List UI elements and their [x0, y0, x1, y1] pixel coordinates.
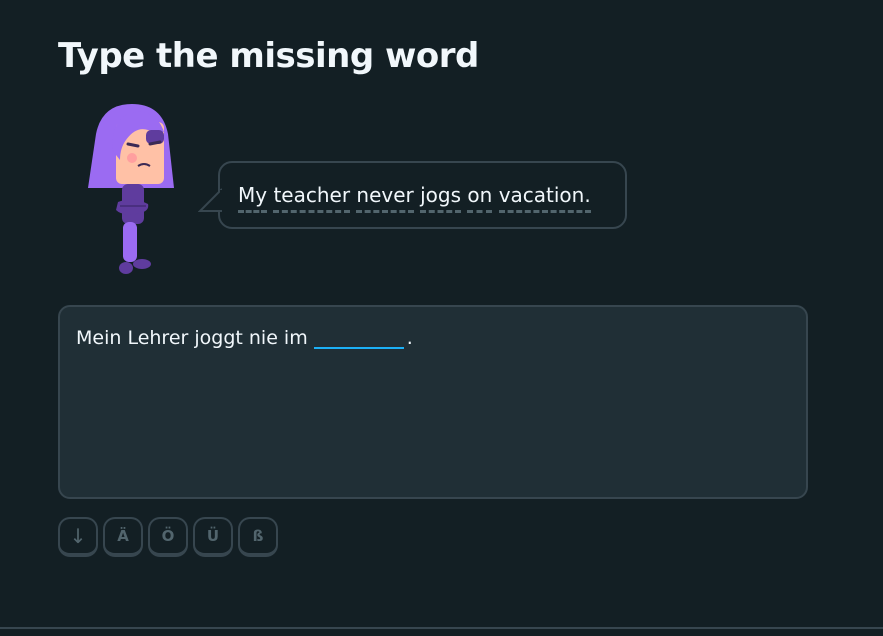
key-o-umlaut[interactable]: Ö — [148, 517, 188, 557]
sentence-after-blank: . — [406, 327, 413, 349]
speech-bubble: My teacher never jogs on vacation. — [198, 161, 627, 229]
prompt-word[interactable]: teacher — [273, 184, 351, 213]
prompt-word[interactable]: jogs — [420, 184, 462, 213]
prompt-word[interactable]: on — [467, 184, 493, 213]
prompt-word[interactable]: vacation. — [498, 184, 591, 213]
prompt-sentence: My teacher never jogs on vacation. — [238, 183, 591, 213]
missing-word-input[interactable] — [313, 321, 404, 349]
sentence-before-blank: Mein Lehrer joggt nie im — [76, 327, 308, 349]
prompt-word[interactable]: never — [356, 184, 414, 213]
footer-divider — [0, 627, 883, 629]
key-eszett[interactable]: ß — [238, 517, 278, 557]
character-avatar — [82, 100, 182, 280]
speech-bubble-tail-icon — [198, 188, 222, 212]
answer-box: Mein Lehrer joggt nie im . — [58, 305, 808, 499]
prompt-word[interactable]: My — [238, 184, 268, 213]
key-a-umlaut[interactable]: Ä — [103, 517, 143, 557]
page-title: Type the missing word — [58, 36, 479, 76]
key-u-umlaut[interactable]: Ü — [193, 517, 233, 557]
special-characters-bar: ↓ Ä Ö Ü ß — [58, 517, 278, 557]
character-lily-icon — [88, 104, 174, 274]
arrow-down-icon[interactable]: ↓ — [58, 517, 98, 557]
answer-sentence: Mein Lehrer joggt nie im . — [76, 321, 413, 349]
